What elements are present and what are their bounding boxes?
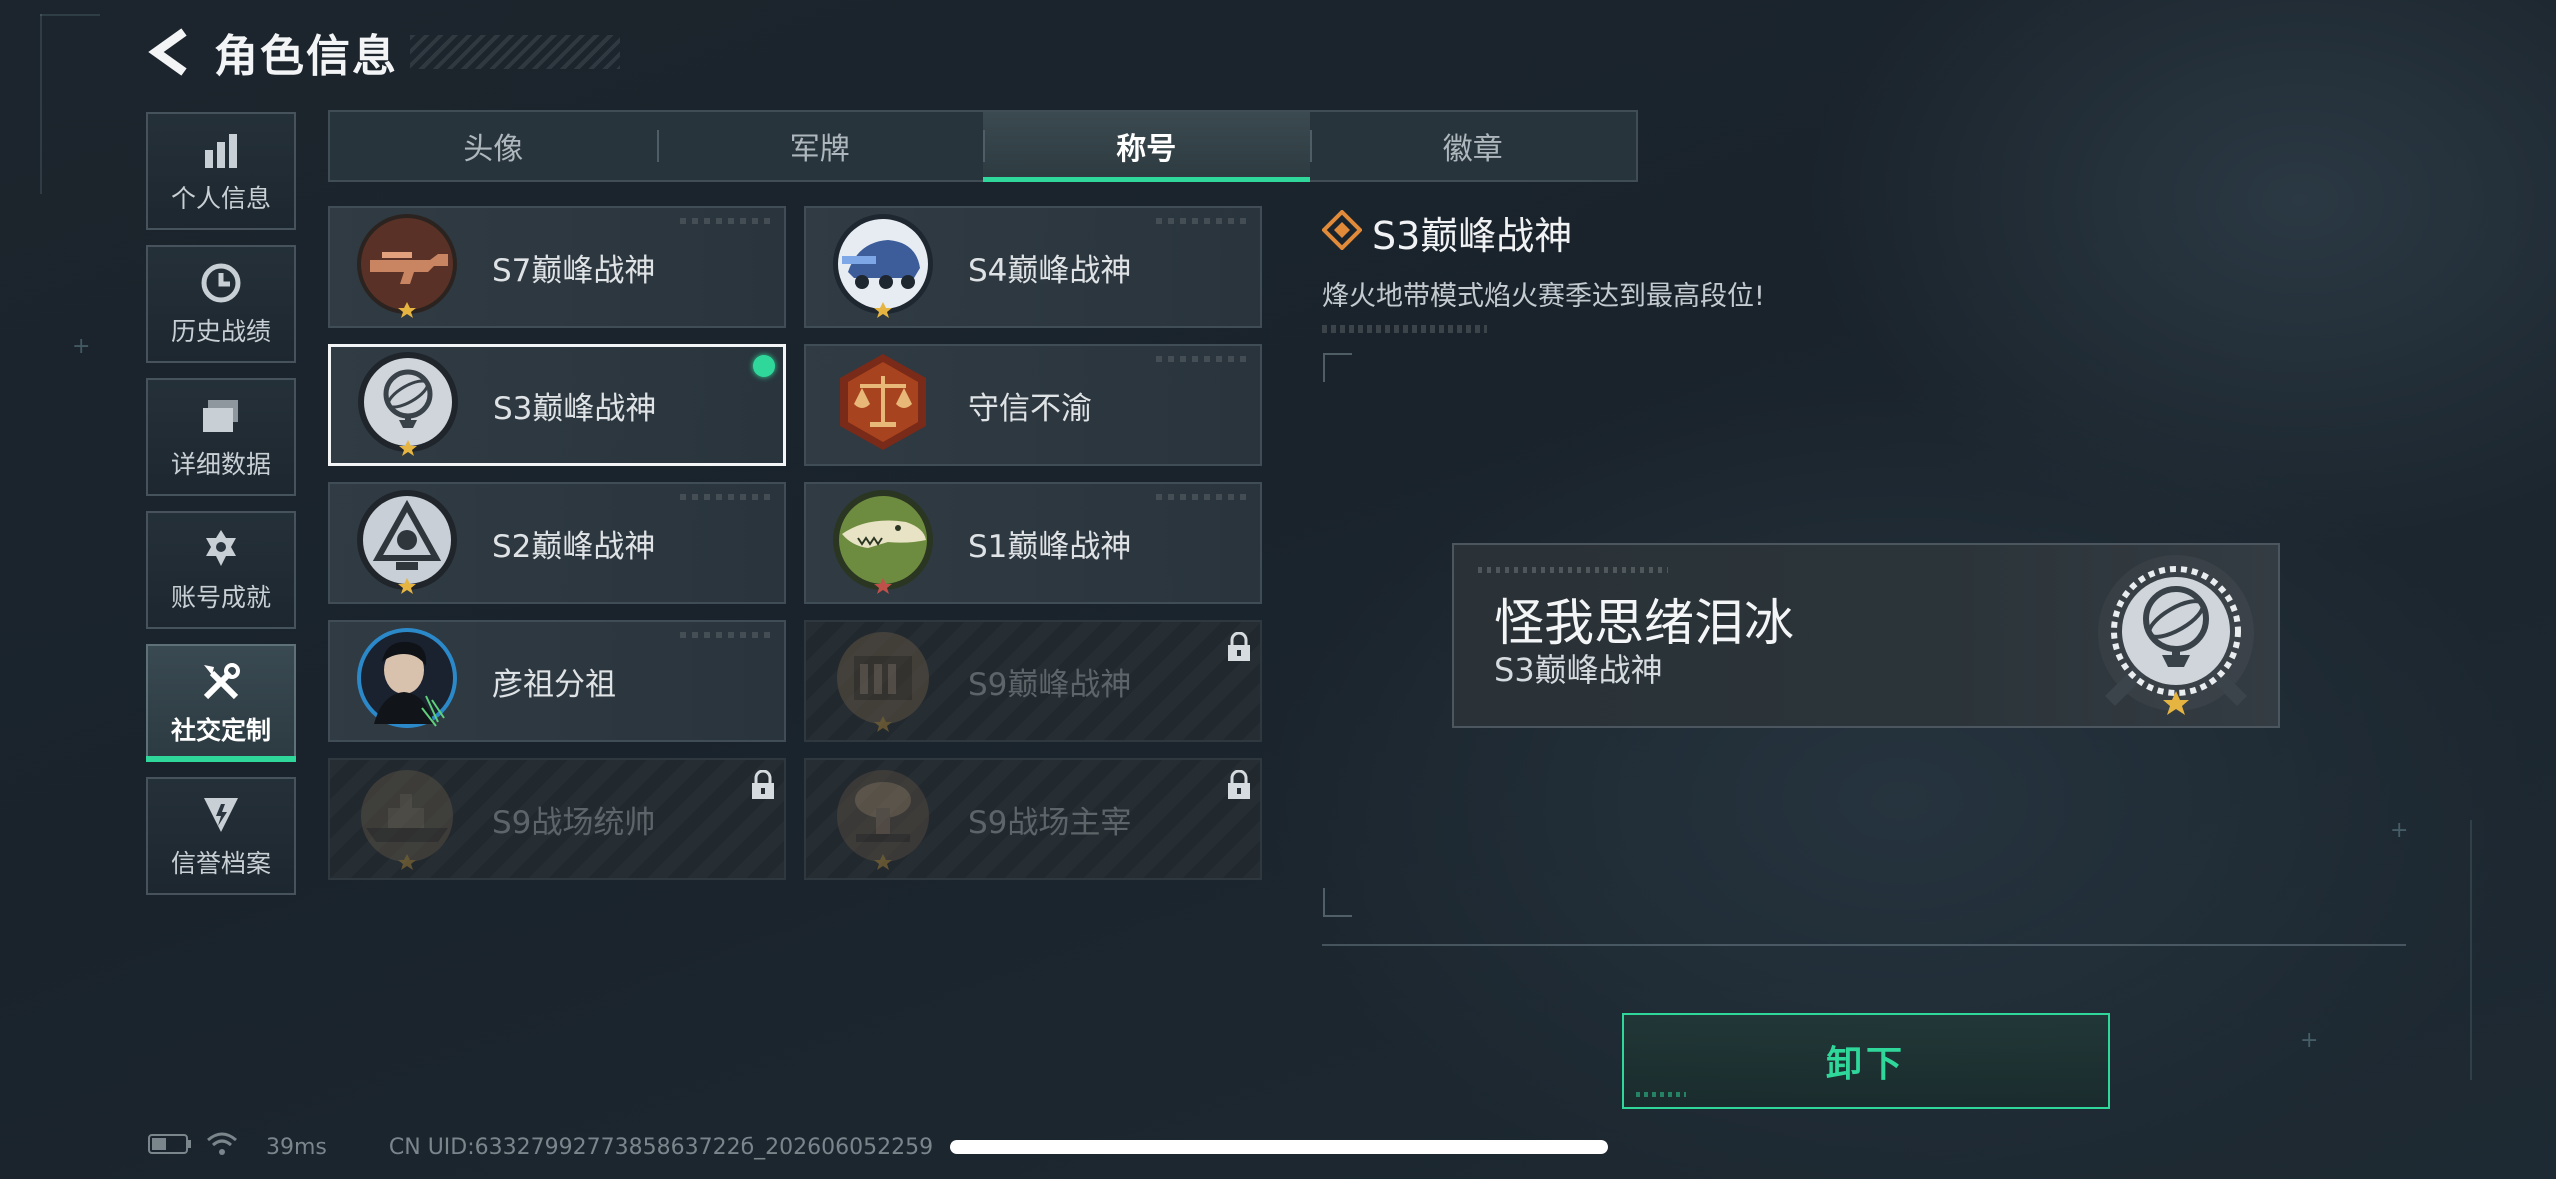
wifi-icon bbox=[206, 1131, 238, 1163]
card-decoration bbox=[1156, 356, 1246, 362]
unequip-label: 卸下 bbox=[1825, 1044, 1906, 1085]
tab-badge[interactable]: 徽章 bbox=[1309, 112, 1637, 180]
tab-avatar[interactable]: 头像 bbox=[330, 112, 657, 180]
warship-emblem-icon bbox=[352, 764, 462, 874]
crosshair-icon: + bbox=[2300, 1028, 2319, 1053]
frame-line bbox=[40, 14, 100, 16]
card-decoration bbox=[680, 632, 770, 638]
status-bar: 39ms CN UID:6332799277385863722б_2026060… bbox=[148, 1130, 933, 1164]
crosshair-icon: + bbox=[72, 334, 91, 359]
sidebar-item-label: 信誉档案 bbox=[170, 849, 271, 878]
title-detail: S3巅峰战神 烽火地带模式焰火赛季达到最高段位! bbox=[1321, 204, 2422, 333]
sidebar: 个人信息 历史战绩 详细数据 账号成就 社交定制 信誉档案 bbox=[146, 112, 296, 910]
detail-title: S3巅峰战神 bbox=[1372, 213, 1573, 258]
title-card-s9-peak[interactable]: S9巅峰战神 bbox=[804, 620, 1262, 742]
tab-title[interactable]: 称号 bbox=[983, 112, 1310, 182]
title-name: S4巅峰战神 bbox=[968, 252, 1132, 289]
detail-subtext-decoration bbox=[1322, 325, 1487, 333]
diamond-icon bbox=[1321, 209, 1363, 254]
title-name: S1巅峰战神 bbox=[968, 528, 1132, 565]
sidebar-item-label: 账号成就 bbox=[170, 583, 271, 612]
title-name: S9战场主宰 bbox=[968, 804, 1132, 841]
sidebar-item-match-history[interactable]: 历史战绩 bbox=[146, 245, 296, 363]
globe-emblem-icon bbox=[353, 350, 463, 460]
detail-header: S3巅峰战神 bbox=[1321, 204, 2422, 260]
equipped-indicator bbox=[753, 355, 775, 377]
tab-bar: 头像 军牌 称号 徽章 bbox=[328, 110, 1638, 182]
building-emblem-icon bbox=[828, 626, 938, 736]
achievement-icon bbox=[198, 526, 244, 572]
title-card-s2[interactable]: S2巅峰战神 bbox=[328, 482, 786, 604]
title-card-s1[interactable]: S1巅峰战神 bbox=[804, 482, 1262, 604]
title-card-s4[interactable]: S4巅峰战神 bbox=[804, 206, 1262, 328]
title-card-s7[interactable]: S7巅峰战神 bbox=[328, 206, 786, 328]
globe-emblem-icon bbox=[2090, 551, 2262, 723]
crocodile-emblem-icon bbox=[828, 488, 938, 598]
lock-icon bbox=[1226, 769, 1252, 800]
page-header: 角色信息 bbox=[148, 22, 620, 82]
battery-icon bbox=[148, 1133, 192, 1161]
sidebar-item-achievements[interactable]: 账号成就 bbox=[146, 511, 296, 629]
title-name: S2巅峰战神 bbox=[492, 528, 656, 565]
divider bbox=[1322, 944, 2406, 946]
detail-description: 烽火地带模式焰火赛季达到最高段位! bbox=[1322, 281, 1765, 312]
title-grid: S7巅峰战神 S4巅峰战神 S3巅峰战神 守信不渝 S2巅峰战神 S1巅峰战神 … bbox=[328, 206, 1262, 880]
uid-text: CN UID:6332799277385863722б_202606052259 bbox=[388, 1134, 934, 1160]
unequip-button[interactable]: 卸下 bbox=[1622, 1013, 2110, 1109]
card-decoration bbox=[680, 218, 770, 224]
title-card-s9-dominator[interactable]: S9战场主宰 bbox=[804, 758, 1262, 880]
frame-line bbox=[40, 14, 42, 194]
title-name: S9巅峰战神 bbox=[968, 666, 1132, 703]
title-name: S3巅峰战神 bbox=[493, 390, 657, 427]
title-card-trustworthy[interactable]: 守信不渝 bbox=[804, 344, 1262, 466]
lock-icon bbox=[1226, 631, 1252, 662]
title-card-yanzu[interactable]: 彦祖分祖 bbox=[328, 620, 786, 742]
triangle-emblem-icon bbox=[352, 488, 462, 598]
rifle-emblem-icon bbox=[352, 212, 462, 322]
back-arrow-icon[interactable] bbox=[148, 26, 192, 78]
sidebar-item-label: 个人信息 bbox=[170, 184, 271, 213]
clock-icon bbox=[198, 260, 244, 306]
preview-title: S3巅峰战神 bbox=[1494, 651, 1663, 689]
portrait-emblem-icon bbox=[352, 626, 462, 736]
sidebar-item-personal-info[interactable]: 个人信息 bbox=[146, 112, 296, 230]
lock-icon bbox=[750, 769, 776, 800]
bar-chart-icon bbox=[198, 127, 244, 173]
sidebar-item-social-custom[interactable]: 社交定制 bbox=[146, 644, 296, 762]
explosion-emblem-icon bbox=[828, 764, 938, 874]
folder-icon bbox=[198, 393, 244, 439]
title-card-s9-commander[interactable]: S9战场统帅 bbox=[328, 758, 786, 880]
card-decoration bbox=[680, 494, 770, 500]
shield-icon bbox=[198, 792, 244, 838]
title-name: S9战场统帅 bbox=[492, 804, 656, 841]
sidebar-item-detailed-data[interactable]: 详细数据 bbox=[146, 378, 296, 496]
home-indicator[interactable] bbox=[950, 1140, 1608, 1154]
tab-dogtag[interactable]: 军牌 bbox=[656, 112, 984, 180]
scales-emblem-icon bbox=[828, 350, 938, 460]
tools-icon bbox=[198, 659, 244, 705]
sidebar-item-label: 详细数据 bbox=[170, 450, 271, 479]
sidebar-item-label: 社交定制 bbox=[170, 716, 271, 745]
card-decoration bbox=[1156, 494, 1246, 500]
title-name: 彦祖分祖 bbox=[492, 666, 616, 703]
vehicle-emblem-icon bbox=[828, 212, 938, 322]
ping-text: 39ms bbox=[266, 1134, 327, 1160]
title-name: S7巅峰战神 bbox=[492, 252, 656, 289]
page-title: 角色信息 bbox=[214, 31, 398, 82]
nameplate-preview: 怪我思绪泪冰 S3巅峰战神 bbox=[1452, 543, 2280, 728]
preview-decoration bbox=[1478, 567, 1668, 573]
title-card-s3[interactable]: S3巅峰战神 bbox=[328, 344, 786, 466]
title-decoration bbox=[410, 35, 620, 69]
sidebar-item-credit-record[interactable]: 信誉档案 bbox=[146, 777, 296, 895]
sidebar-item-label: 历史战绩 bbox=[170, 317, 271, 346]
frame-line bbox=[2470, 820, 2472, 1080]
button-decoration bbox=[1636, 1092, 1686, 1097]
title-name: 守信不渝 bbox=[968, 390, 1092, 427]
card-decoration bbox=[1156, 218, 1246, 224]
